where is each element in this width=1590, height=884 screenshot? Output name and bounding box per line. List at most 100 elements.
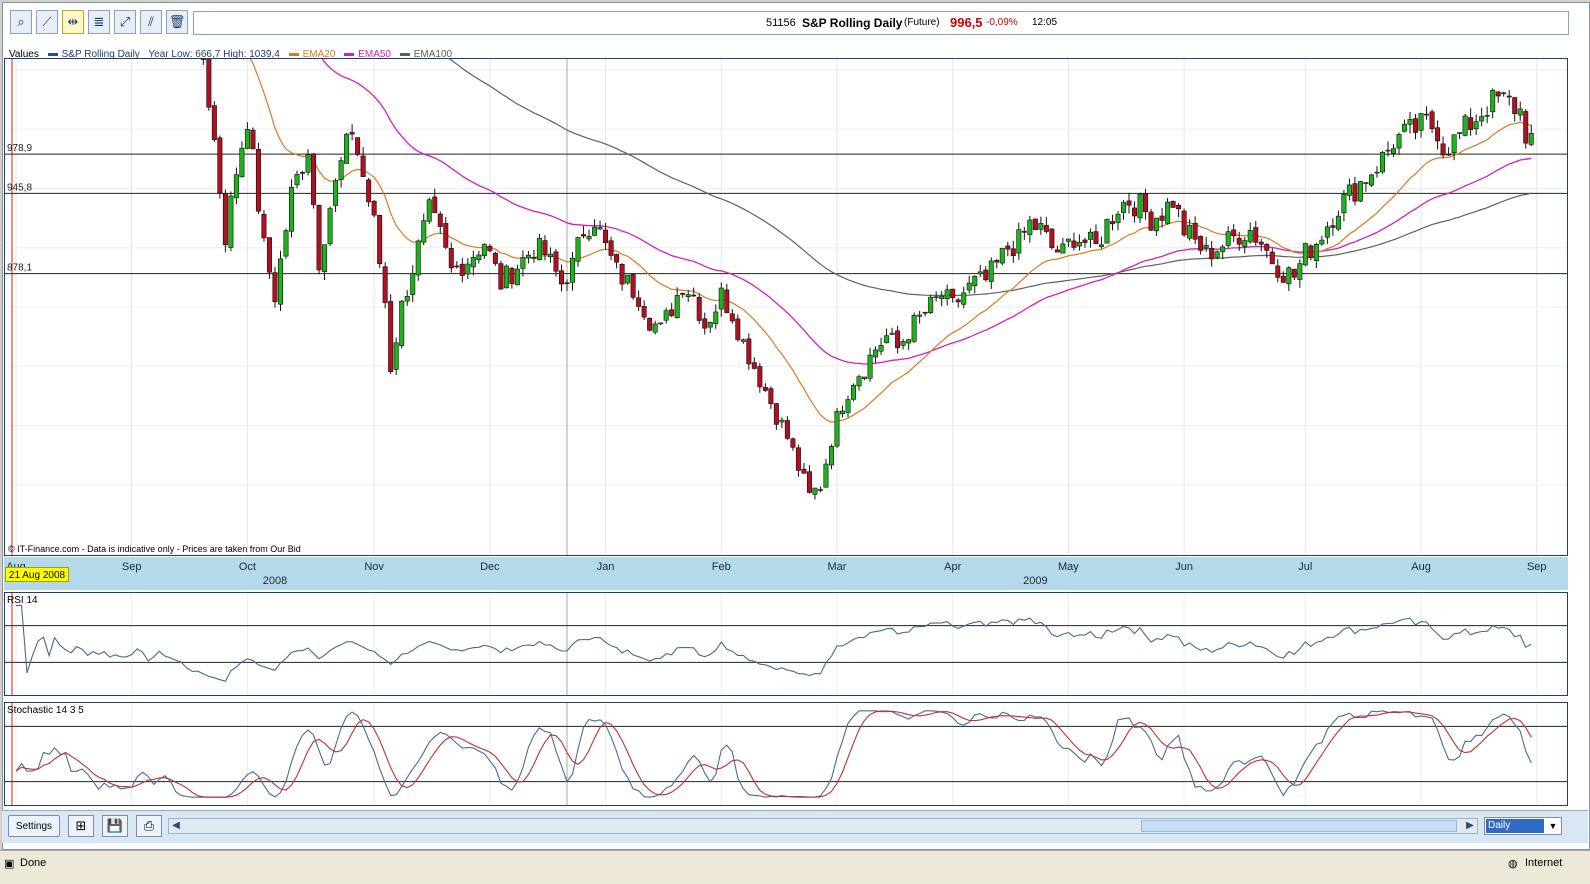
price-chart[interactable]: 978,9 945,8 878,1 (4, 58, 1568, 556)
candle (1203, 236, 1209, 252)
channel-icon[interactable]: ⤢ (114, 10, 136, 34)
candle-body (1198, 235, 1204, 251)
candle (983, 266, 989, 282)
candle-body (327, 208, 333, 245)
candle-body (399, 300, 405, 347)
horizontal-line-icon[interactable]: ⇹ (62, 10, 84, 34)
candle-body (1038, 223, 1044, 230)
candle-body (1209, 247, 1215, 260)
magnifier-icon[interactable]: ⌕ (10, 10, 32, 34)
candle-body (845, 399, 851, 413)
candle (878, 337, 884, 355)
candle-body (702, 318, 708, 329)
candle-body (724, 289, 730, 314)
candle-body (619, 263, 625, 285)
settings-button[interactable]: Settings (8, 815, 60, 837)
candle (1082, 237, 1088, 248)
candle-body (1010, 248, 1016, 256)
candle-body (817, 489, 823, 491)
candle (1484, 106, 1490, 124)
month-label: Jan (596, 561, 615, 573)
period-select[interactable]: Daily ▼ (1484, 817, 1562, 835)
candle-body (503, 265, 509, 289)
candle-body (558, 270, 564, 285)
copyright-note: © IT-Finance.com - Data is indicative on… (8, 544, 301, 554)
candle-body (333, 180, 339, 206)
candle (1402, 119, 1408, 133)
candle (261, 209, 267, 242)
candle-body (603, 229, 609, 243)
candle-body (1302, 243, 1308, 266)
candle-body (1231, 229, 1237, 237)
candle-body (349, 132, 355, 135)
save-icon[interactable]: 💾 (102, 815, 128, 837)
candle-body (536, 237, 542, 261)
candle-body (1242, 240, 1248, 247)
candle (1021, 226, 1027, 241)
candle (1253, 220, 1259, 246)
candle-body (1225, 231, 1231, 246)
candle (1490, 88, 1496, 119)
candle-body (851, 384, 857, 400)
indicator-icon[interactable]: ⊞ (68, 815, 94, 837)
candle (614, 253, 620, 269)
month-label: Apr (944, 561, 962, 573)
candle-body (691, 294, 697, 297)
parallel-lines-icon[interactable]: ⫽ (140, 10, 162, 34)
candle (988, 257, 994, 289)
candle-body (928, 296, 934, 314)
candle (404, 290, 410, 306)
candle (377, 214, 383, 268)
candle-body (211, 105, 217, 140)
scroll-right-icon[interactable]: ▶ (1463, 819, 1477, 833)
candle (1032, 218, 1038, 231)
candle (327, 206, 333, 246)
candle (889, 327, 895, 335)
scrollbar-thumb[interactable] (1141, 820, 1457, 832)
candle (795, 444, 801, 477)
chevron-down-icon[interactable]: ▼ (1546, 819, 1560, 833)
candle-body (393, 342, 399, 370)
candle (911, 312, 917, 343)
scroll-left-icon[interactable]: ◀ (169, 819, 183, 833)
candle-body (266, 237, 272, 273)
candle-body (525, 254, 531, 259)
fibonacci-icon[interactable]: ≣ (88, 10, 110, 34)
candle-body (1109, 221, 1115, 225)
month-label: Sep (1526, 561, 1547, 573)
candle (399, 300, 405, 349)
stochastic-panel[interactable] (4, 702, 1568, 806)
month-label: Feb (711, 561, 731, 573)
candle (944, 284, 950, 306)
instrument-name: S&P Rolling Daily (802, 16, 903, 30)
candle-body (1385, 149, 1391, 152)
candle-body (1396, 134, 1402, 149)
level-label: 878,1 (7, 263, 32, 274)
candle (272, 266, 278, 308)
candle (1126, 192, 1132, 214)
candle (1523, 109, 1529, 149)
candle-body (410, 272, 416, 295)
print-icon[interactable]: ⎙ (136, 815, 162, 837)
app-window: ⌕ ⟋ ⇹ ≣ ⤢ ⫽ 🗑 51156 S&P Rolling Daily (Future)… (0, 0, 1590, 884)
candle-body (1440, 143, 1446, 156)
candle (862, 376, 868, 381)
candle-body (867, 354, 873, 379)
candle-body (305, 154, 311, 173)
candle (746, 333, 752, 370)
candle (393, 337, 399, 375)
candle (779, 417, 785, 428)
candle-body (1468, 117, 1474, 130)
rsi-panel[interactable] (4, 592, 1568, 696)
trash-icon[interactable]: 🗑 (166, 10, 188, 34)
trend-line-icon[interactable]: ⟋ (36, 10, 58, 34)
candle-body (382, 266, 388, 303)
candle-body (553, 251, 559, 272)
candle (316, 204, 322, 275)
candle (228, 191, 234, 252)
candle-body (806, 471, 812, 493)
candle (1010, 240, 1016, 263)
chart-scrollbar[interactable]: ◀ ▶ (168, 818, 1478, 834)
candle-body (1104, 219, 1110, 244)
candle (581, 225, 587, 239)
